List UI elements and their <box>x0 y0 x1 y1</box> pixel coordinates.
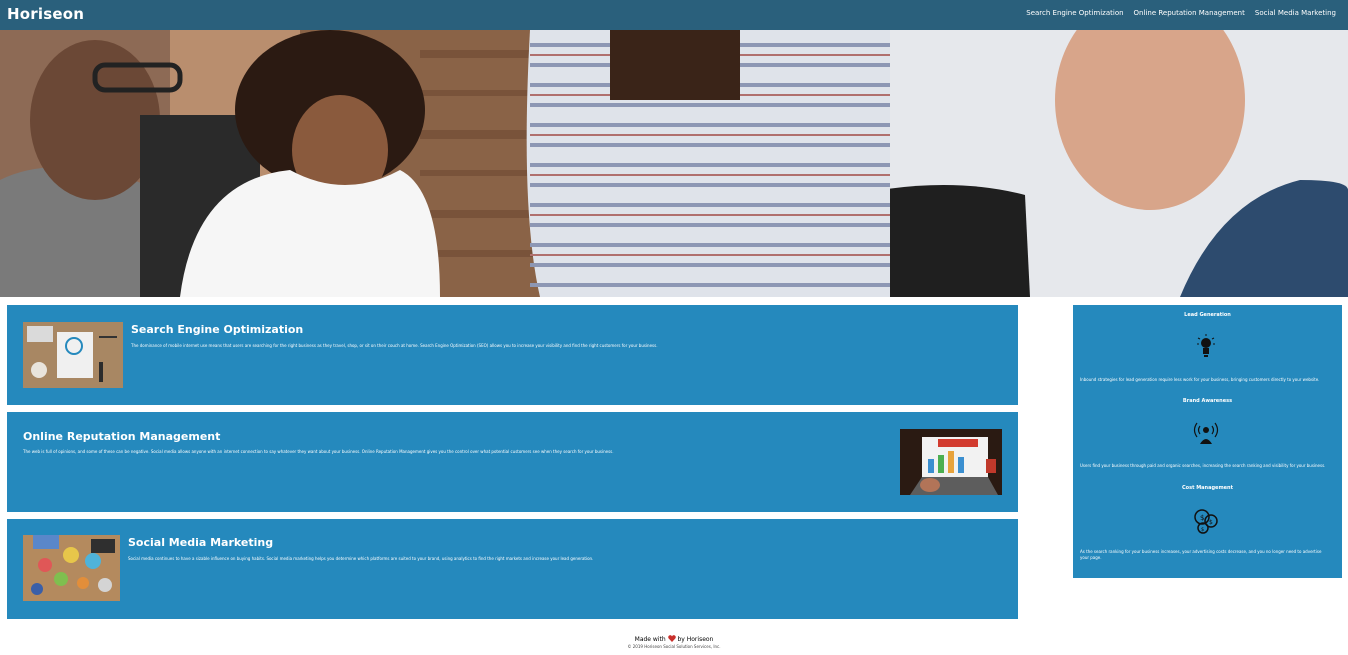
svg-text:$: $ <box>1209 519 1213 526</box>
reputation-section: Online Reputation Management The web is … <box>7 412 1018 512</box>
seo-title: Search Engine Optimization <box>131 323 304 336</box>
hero-image <box>0 30 1348 297</box>
heart-icon <box>667 635 676 642</box>
nav-link-seo[interactable]: Search Engine Optimization <box>1026 9 1123 17</box>
benefit-title-cost: Cost Management <box>1181 485 1233 491</box>
benefit-text-brand: Users find your business through paid an… <box>1080 463 1326 468</box>
reputation-text: The web is full of opinions, and some of… <box>23 449 614 454</box>
hero-photo <box>0 30 1348 297</box>
benefit-text-lead: Inbound strategies for lead generation r… <box>1080 377 1320 382</box>
benefit-title-brand: Brand Awareness <box>1182 398 1233 404</box>
footer-made-prefix: Made with <box>634 636 666 643</box>
money-gears-icon: $ $ $ <box>1194 509 1218 534</box>
seo-section: Search Engine Optimization The dominance… <box>7 305 1018 405</box>
footer-copyright: © 2019 Horiseon Social Solution Services… <box>627 644 721 649</box>
benefit-title-lead: Lead Generation <box>1184 312 1231 318</box>
social-text: Social media continues to have a sizable… <box>128 556 594 561</box>
nav-link-reputation[interactable]: Online Reputation Management <box>1134 9 1245 17</box>
nav-link-social[interactable]: Social Media Marketing <box>1255 9 1336 17</box>
social-media-image <box>23 535 120 601</box>
broadcast-person-icon <box>1193 422 1219 444</box>
social-section: Social Media Marketing Social media cont… <box>7 519 1018 619</box>
lightbulb-icon <box>1197 334 1215 357</box>
benefit-text-cost: As the search ranking for your business … <box>1080 549 1322 560</box>
reputation-image <box>900 429 1002 495</box>
footer-made-suffix: by Horiseon <box>677 636 714 643</box>
seo-image <box>23 322 123 388</box>
site-header: Horiseon Search Engine Optimization Onli… <box>0 0 1348 30</box>
brand-logo[interactable]: Horiseon <box>7 5 84 23</box>
main-nav: Search Engine Optimization Online Reputa… <box>1026 9 1336 17</box>
seo-text: The dominance of mobile internet use mea… <box>131 343 658 348</box>
svg-text:$: $ <box>1200 514 1204 522</box>
social-title: Social Media Marketing <box>128 536 274 549</box>
reputation-title: Online Reputation Management <box>23 430 221 443</box>
svg-text:$: $ <box>1201 527 1204 533</box>
benefits-sidebar: Lead Generation Inbound strategies for l… <box>1073 305 1342 578</box>
footer-made-with: Made with by Horiseon <box>0 635 1348 643</box>
